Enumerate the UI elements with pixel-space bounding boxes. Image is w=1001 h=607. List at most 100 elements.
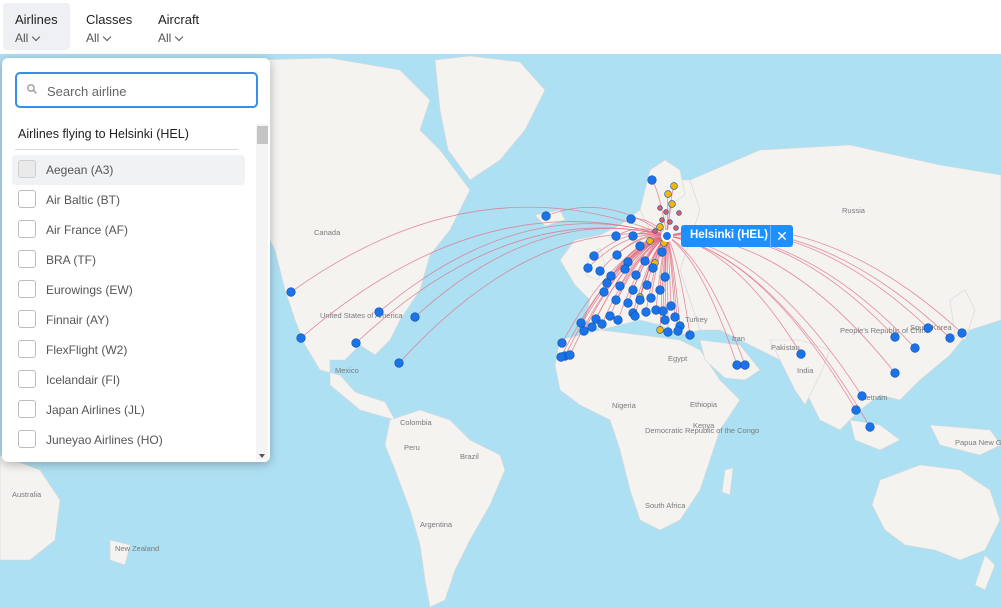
airport-marker[interactable] bbox=[597, 319, 607, 329]
airport-marker[interactable] bbox=[640, 256, 650, 266]
airport-marker-small[interactable] bbox=[667, 219, 673, 225]
airline-checkbox[interactable] bbox=[18, 430, 36, 448]
airport-marker[interactable] bbox=[646, 293, 656, 303]
airport-marker[interactable] bbox=[685, 330, 695, 340]
airport-marker[interactable] bbox=[740, 360, 750, 370]
airport-marker-yellow[interactable] bbox=[656, 223, 664, 231]
airline-checkbox[interactable] bbox=[18, 400, 36, 418]
airline-option[interactable]: FlexFlight (W2) bbox=[12, 335, 245, 365]
airport-marker[interactable] bbox=[286, 287, 296, 297]
airport-marker[interactable] bbox=[612, 250, 622, 260]
search-airline-input[interactable] bbox=[45, 80, 249, 102]
airport-marker-yellow[interactable] bbox=[656, 326, 664, 334]
scroll-down-arrow-icon[interactable] bbox=[259, 454, 265, 458]
airport-marker[interactable] bbox=[957, 328, 967, 338]
airline-checkbox[interactable] bbox=[18, 220, 36, 238]
airport-marker-small[interactable] bbox=[659, 217, 665, 223]
airport-marker[interactable] bbox=[620, 264, 630, 274]
aircraft-filter[interactable]: Aircraft All bbox=[147, 3, 217, 50]
airline-option[interactable]: Juneyao Airlines (HO) bbox=[12, 425, 245, 455]
airport-marker[interactable] bbox=[611, 295, 621, 305]
classes-filter[interactable]: Classes All bbox=[74, 3, 140, 50]
airport-marker[interactable] bbox=[599, 287, 609, 297]
airport-marker[interactable] bbox=[595, 266, 605, 276]
airport-marker[interactable] bbox=[631, 270, 641, 280]
airport-marker[interactable] bbox=[642, 280, 652, 290]
airport-marker[interactable] bbox=[576, 318, 586, 328]
airport-marker-small[interactable] bbox=[673, 225, 679, 231]
selected-airport-tag[interactable]: Helsinki (HEL) ✕ bbox=[681, 225, 793, 247]
airport-marker[interactable] bbox=[587, 322, 597, 332]
airport-marker[interactable] bbox=[796, 349, 806, 359]
airport-marker[interactable] bbox=[890, 368, 900, 378]
airport-marker[interactable] bbox=[660, 272, 670, 282]
airport-marker[interactable] bbox=[410, 312, 420, 322]
airline-option[interactable]: BRA (TF) bbox=[12, 245, 245, 275]
airport-marker[interactable] bbox=[635, 295, 645, 305]
airport-marker[interactable] bbox=[611, 231, 621, 241]
airport-marker[interactable] bbox=[635, 241, 645, 251]
airport-marker[interactable] bbox=[641, 307, 651, 317]
airport-marker-small[interactable] bbox=[663, 209, 669, 215]
airport-marker[interactable] bbox=[541, 211, 551, 221]
airport-marker[interactable] bbox=[663, 327, 673, 337]
close-icon[interactable]: ✕ bbox=[770, 225, 793, 247]
airport-marker[interactable] bbox=[351, 338, 361, 348]
airport-marker[interactable] bbox=[394, 358, 404, 368]
airport-marker[interactable] bbox=[670, 312, 680, 322]
airport-marker[interactable] bbox=[615, 281, 625, 291]
airport-marker[interactable] bbox=[666, 301, 676, 311]
airport-marker[interactable] bbox=[865, 422, 875, 432]
airlines-filter[interactable]: Airlines All bbox=[3, 3, 70, 50]
airport-marker[interactable] bbox=[890, 332, 900, 342]
airline-option[interactable]: Air France (AF) bbox=[12, 215, 245, 245]
airport-marker[interactable] bbox=[623, 298, 633, 308]
scrollbar[interactable] bbox=[256, 124, 268, 460]
airport-marker[interactable] bbox=[945, 333, 955, 343]
airport-marker[interactable] bbox=[374, 307, 384, 317]
airport-marker[interactable] bbox=[557, 338, 567, 348]
airport-marker[interactable] bbox=[628, 231, 638, 241]
airport-marker[interactable] bbox=[605, 311, 615, 321]
airport-marker[interactable] bbox=[583, 263, 593, 273]
airline-checkbox[interactable] bbox=[18, 190, 36, 208]
airport-marker[interactable] bbox=[579, 326, 589, 336]
airline-option[interactable]: Icelandair (FI) bbox=[12, 365, 245, 395]
airport-marker-small[interactable] bbox=[652, 228, 658, 234]
airport-marker[interactable] bbox=[630, 311, 640, 321]
search-box[interactable] bbox=[15, 72, 258, 108]
airline-checkbox[interactable] bbox=[18, 310, 36, 328]
airline-checkbox[interactable] bbox=[18, 160, 36, 178]
airline-option[interactable]: Eurowings (EW) bbox=[12, 275, 245, 305]
airline-checkbox[interactable] bbox=[18, 370, 36, 388]
helsinki-marker[interactable] bbox=[661, 230, 673, 242]
airport-marker[interactable] bbox=[626, 214, 636, 224]
airport-marker[interactable] bbox=[851, 405, 861, 415]
airport-marker-yellow[interactable] bbox=[664, 190, 672, 198]
airline-option[interactable]: Finnair (AY) bbox=[12, 305, 245, 335]
airport-marker-yellow[interactable] bbox=[670, 182, 678, 190]
airport-marker[interactable] bbox=[673, 326, 683, 336]
airport-marker[interactable] bbox=[589, 251, 599, 261]
airline-option[interactable]: Aegean (A3) bbox=[12, 155, 245, 185]
airport-marker[interactable] bbox=[658, 306, 668, 316]
airport-marker-small[interactable] bbox=[657, 205, 663, 211]
airline-checkbox[interactable] bbox=[18, 250, 36, 268]
airport-marker[interactable] bbox=[648, 263, 658, 273]
airport-marker[interactable] bbox=[565, 350, 575, 360]
scrollbar-thumb[interactable] bbox=[257, 126, 268, 144]
airport-marker[interactable] bbox=[857, 391, 867, 401]
airline-option[interactable]: Air Baltic (BT) bbox=[12, 185, 245, 215]
airport-marker[interactable] bbox=[647, 175, 657, 185]
airport-marker[interactable] bbox=[910, 343, 920, 353]
airport-marker[interactable] bbox=[660, 315, 670, 325]
airline-checkbox[interactable] bbox=[18, 340, 36, 358]
airport-marker[interactable] bbox=[923, 323, 933, 333]
airport-marker[interactable] bbox=[556, 352, 566, 362]
airport-marker-yellow[interactable] bbox=[646, 237, 654, 245]
airport-marker[interactable] bbox=[655, 285, 665, 295]
airport-marker[interactable] bbox=[296, 333, 306, 343]
airport-marker-small[interactable] bbox=[676, 210, 682, 216]
airline-option[interactable]: Japan Airlines (JL) bbox=[12, 395, 245, 425]
airport-marker-yellow[interactable] bbox=[668, 200, 676, 208]
